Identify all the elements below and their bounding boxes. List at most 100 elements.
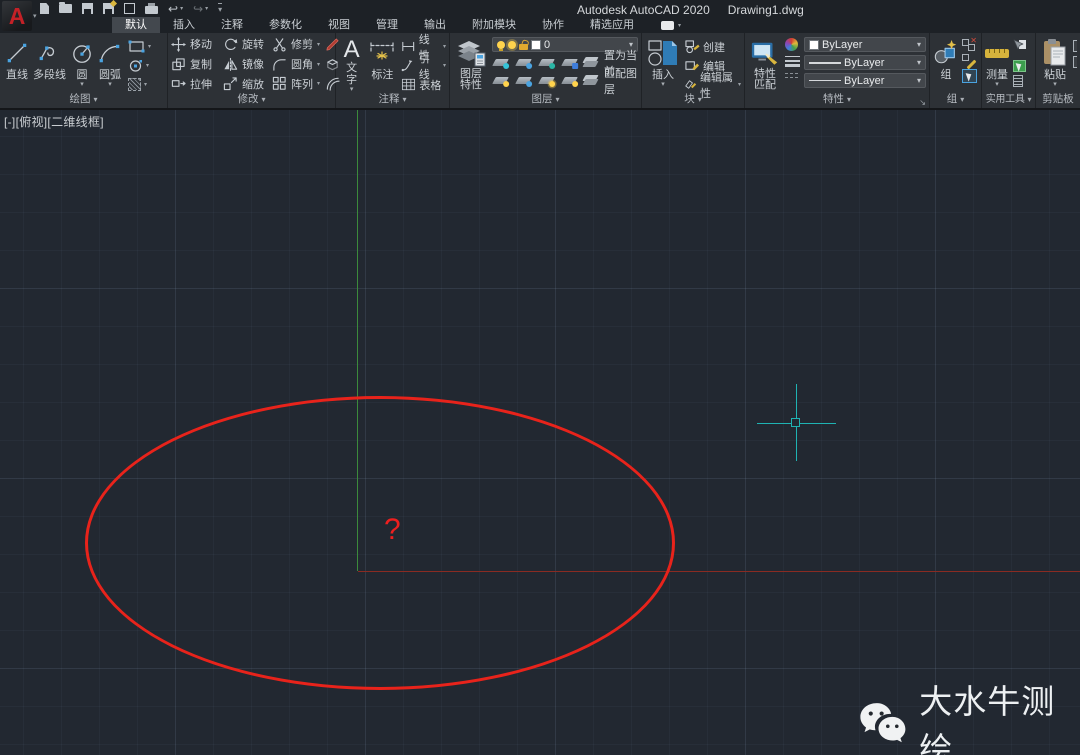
dimension-button[interactable]: 标注	[367, 36, 397, 93]
layer-unisolate-icon[interactable]	[515, 77, 532, 84]
undo-button[interactable]: ↩▾	[168, 3, 183, 15]
selection-cursor-icon	[966, 71, 974, 81]
application-menu-button[interactable]: A	[2, 1, 32, 31]
save-button[interactable]	[82, 3, 93, 14]
print-icon	[145, 6, 158, 14]
group-edit-icon[interactable]	[962, 54, 975, 66]
create-block-button[interactable]: 创建	[685, 39, 741, 54]
layer-off-icon[interactable]	[492, 59, 509, 66]
layer-properties-button[interactable]: 图层 特性	[454, 36, 488, 93]
linetype-dropdown[interactable]: ByLayer ▾	[804, 73, 926, 88]
mirror-icon	[223, 57, 238, 72]
edit-attributes-icon	[685, 77, 697, 92]
line-button[interactable]: 直线	[4, 36, 30, 93]
lineweight-sample	[809, 62, 841, 64]
mirror-button[interactable]: 镜像	[223, 56, 272, 72]
tab-insert[interactable]: 插入	[160, 17, 208, 33]
open-file-button[interactable]	[59, 4, 72, 13]
color-wheel-icon[interactable]	[785, 38, 798, 51]
copy-button[interactable]: 复制	[171, 56, 223, 72]
select-all-icon[interactable]	[1013, 60, 1026, 72]
tab-annotate[interactable]: 注释	[208, 17, 256, 33]
title-bar: A ▾ ↩▾ ↪▾ ▾ Autodesk AutoCAD 2020 Drawin…	[0, 0, 1080, 33]
linetype-icon[interactable]	[785, 72, 800, 81]
edit-attributes-button[interactable]: 编辑属性▾	[685, 77, 741, 92]
array-button[interactable]: 阵列▾	[272, 76, 325, 92]
trim-button[interactable]: 修剪▾	[272, 36, 325, 52]
redo-button[interactable]: ↪▾	[193, 3, 208, 15]
panel-label-layers[interactable]: 图层	[450, 93, 641, 108]
leader-button[interactable]: 引线▾	[401, 58, 446, 73]
layer-thaw-all-icon[interactable]	[538, 77, 555, 84]
quick-access-toolbar: ↩▾ ↪▾ ▾	[40, 2, 222, 15]
lineweight-dropdown[interactable]: ByLayer ▾	[804, 55, 926, 70]
text-button[interactable]: A 文字 ▾	[340, 36, 363, 93]
layer-lock-icon[interactable]	[561, 59, 578, 66]
ungroup-icon[interactable]: ✕	[962, 39, 975, 51]
match-layer-button[interactable]: 匹配图层	[584, 65, 638, 97]
quick-calc-icon[interactable]	[1013, 75, 1023, 87]
lineweight-icon[interactable]	[785, 56, 800, 67]
cut-icon[interactable]	[1073, 40, 1077, 52]
tab-default[interactable]: 默认	[112, 17, 160, 33]
panel-label-clipboard[interactable]: 剪贴板	[1036, 93, 1080, 108]
question-mark-text[interactable]: ?	[384, 514, 401, 546]
panel-label-utilities[interactable]: 实用工具	[982, 93, 1035, 108]
drawing-canvas[interactable]: [-][俯视][二维线框] ? 大水牛测绘	[0, 110, 1080, 755]
quick-select-icon[interactable]	[1013, 39, 1027, 57]
layer-freeze-icon[interactable]	[538, 59, 555, 66]
autocad-logo-icon: A	[9, 5, 26, 28]
new-file-button[interactable]	[40, 3, 49, 14]
ellipse-button[interactable]: ▾	[128, 58, 151, 73]
group-button[interactable]: 组	[932, 36, 960, 93]
layer-on-all-icon[interactable]	[492, 77, 509, 84]
drawn-ellipse[interactable]	[85, 396, 675, 690]
customize-qat-button[interactable]: ▾	[218, 3, 222, 14]
polyline-button[interactable]: 多段线	[32, 36, 67, 93]
scale-button[interactable]: 缩放	[223, 76, 272, 92]
insert-block-button[interactable]: 插入 ▾	[646, 36, 680, 93]
ribbon-display-toggle[interactable]: ▾	[661, 17, 681, 33]
tab-addins[interactable]: 附加模块	[459, 17, 529, 33]
match-properties-button[interactable]: 特性 匹配	[749, 36, 781, 93]
application-menu-caret-icon: ▾	[33, 12, 37, 20]
panel-group: 组 ✕ 组	[930, 33, 982, 108]
table-button[interactable]: 表格	[401, 77, 446, 92]
layer-isolate-icon[interactable]	[515, 59, 532, 66]
hatch-button[interactable]: ▾	[128, 77, 151, 92]
panel-label-properties[interactable]: 特性	[745, 93, 929, 108]
tab-parametric[interactable]: 参数化	[256, 17, 315, 33]
panel-label-block[interactable]: 块	[642, 93, 744, 108]
rectangle-button[interactable]: ▾	[128, 39, 151, 54]
group-icon	[933, 39, 959, 67]
panel-label-modify[interactable]: 修改	[168, 93, 335, 108]
print-button[interactable]	[145, 3, 158, 14]
fillet-button[interactable]: 圆角▾	[272, 56, 325, 72]
arc-button[interactable]: 圆弧 ▾	[97, 36, 123, 93]
move-button[interactable]: 移动	[171, 36, 223, 52]
panel-block: 插入 ▾ 创建 编辑 编辑属性▾ 块	[642, 33, 745, 108]
tab-featured-apps[interactable]: 精选应用	[577, 17, 647, 33]
panel-label-annotate[interactable]: 注释	[336, 93, 449, 108]
plot-button[interactable]	[124, 3, 135, 14]
properties-dialog-launcher[interactable]: ↘	[919, 98, 926, 107]
tab-view[interactable]: 视图	[315, 17, 363, 33]
copy-clip-icon[interactable]	[1073, 56, 1077, 68]
tab-collaborate[interactable]: 协作	[529, 17, 577, 33]
panel-label-group[interactable]: 组	[930, 93, 981, 108]
redo-icon: ↪	[193, 3, 203, 15]
circle-button[interactable]: 圆 ▾	[69, 36, 95, 93]
group-selection-toggle[interactable]	[962, 69, 977, 83]
rotate-button[interactable]: 旋转	[223, 36, 272, 52]
panel-label-draw[interactable]: 绘图	[0, 93, 167, 108]
viewport-controls[interactable]: [-][俯视][二维线框]	[4, 113, 104, 130]
measure-button[interactable]: 测量 ▾	[984, 36, 1010, 93]
paste-button[interactable]: 粘贴 ▾	[1040, 36, 1070, 93]
panel-layers: 图层 特性 0 ▾	[450, 33, 642, 108]
layer-unlock2-icon[interactable]	[561, 77, 578, 84]
stretch-button[interactable]: 拉伸	[171, 76, 223, 92]
tab-manage[interactable]: 管理	[363, 17, 411, 33]
plot-icon	[124, 3, 135, 14]
object-color-dropdown[interactable]: ByLayer ▾	[804, 37, 926, 52]
save-as-button[interactable]	[103, 3, 114, 14]
